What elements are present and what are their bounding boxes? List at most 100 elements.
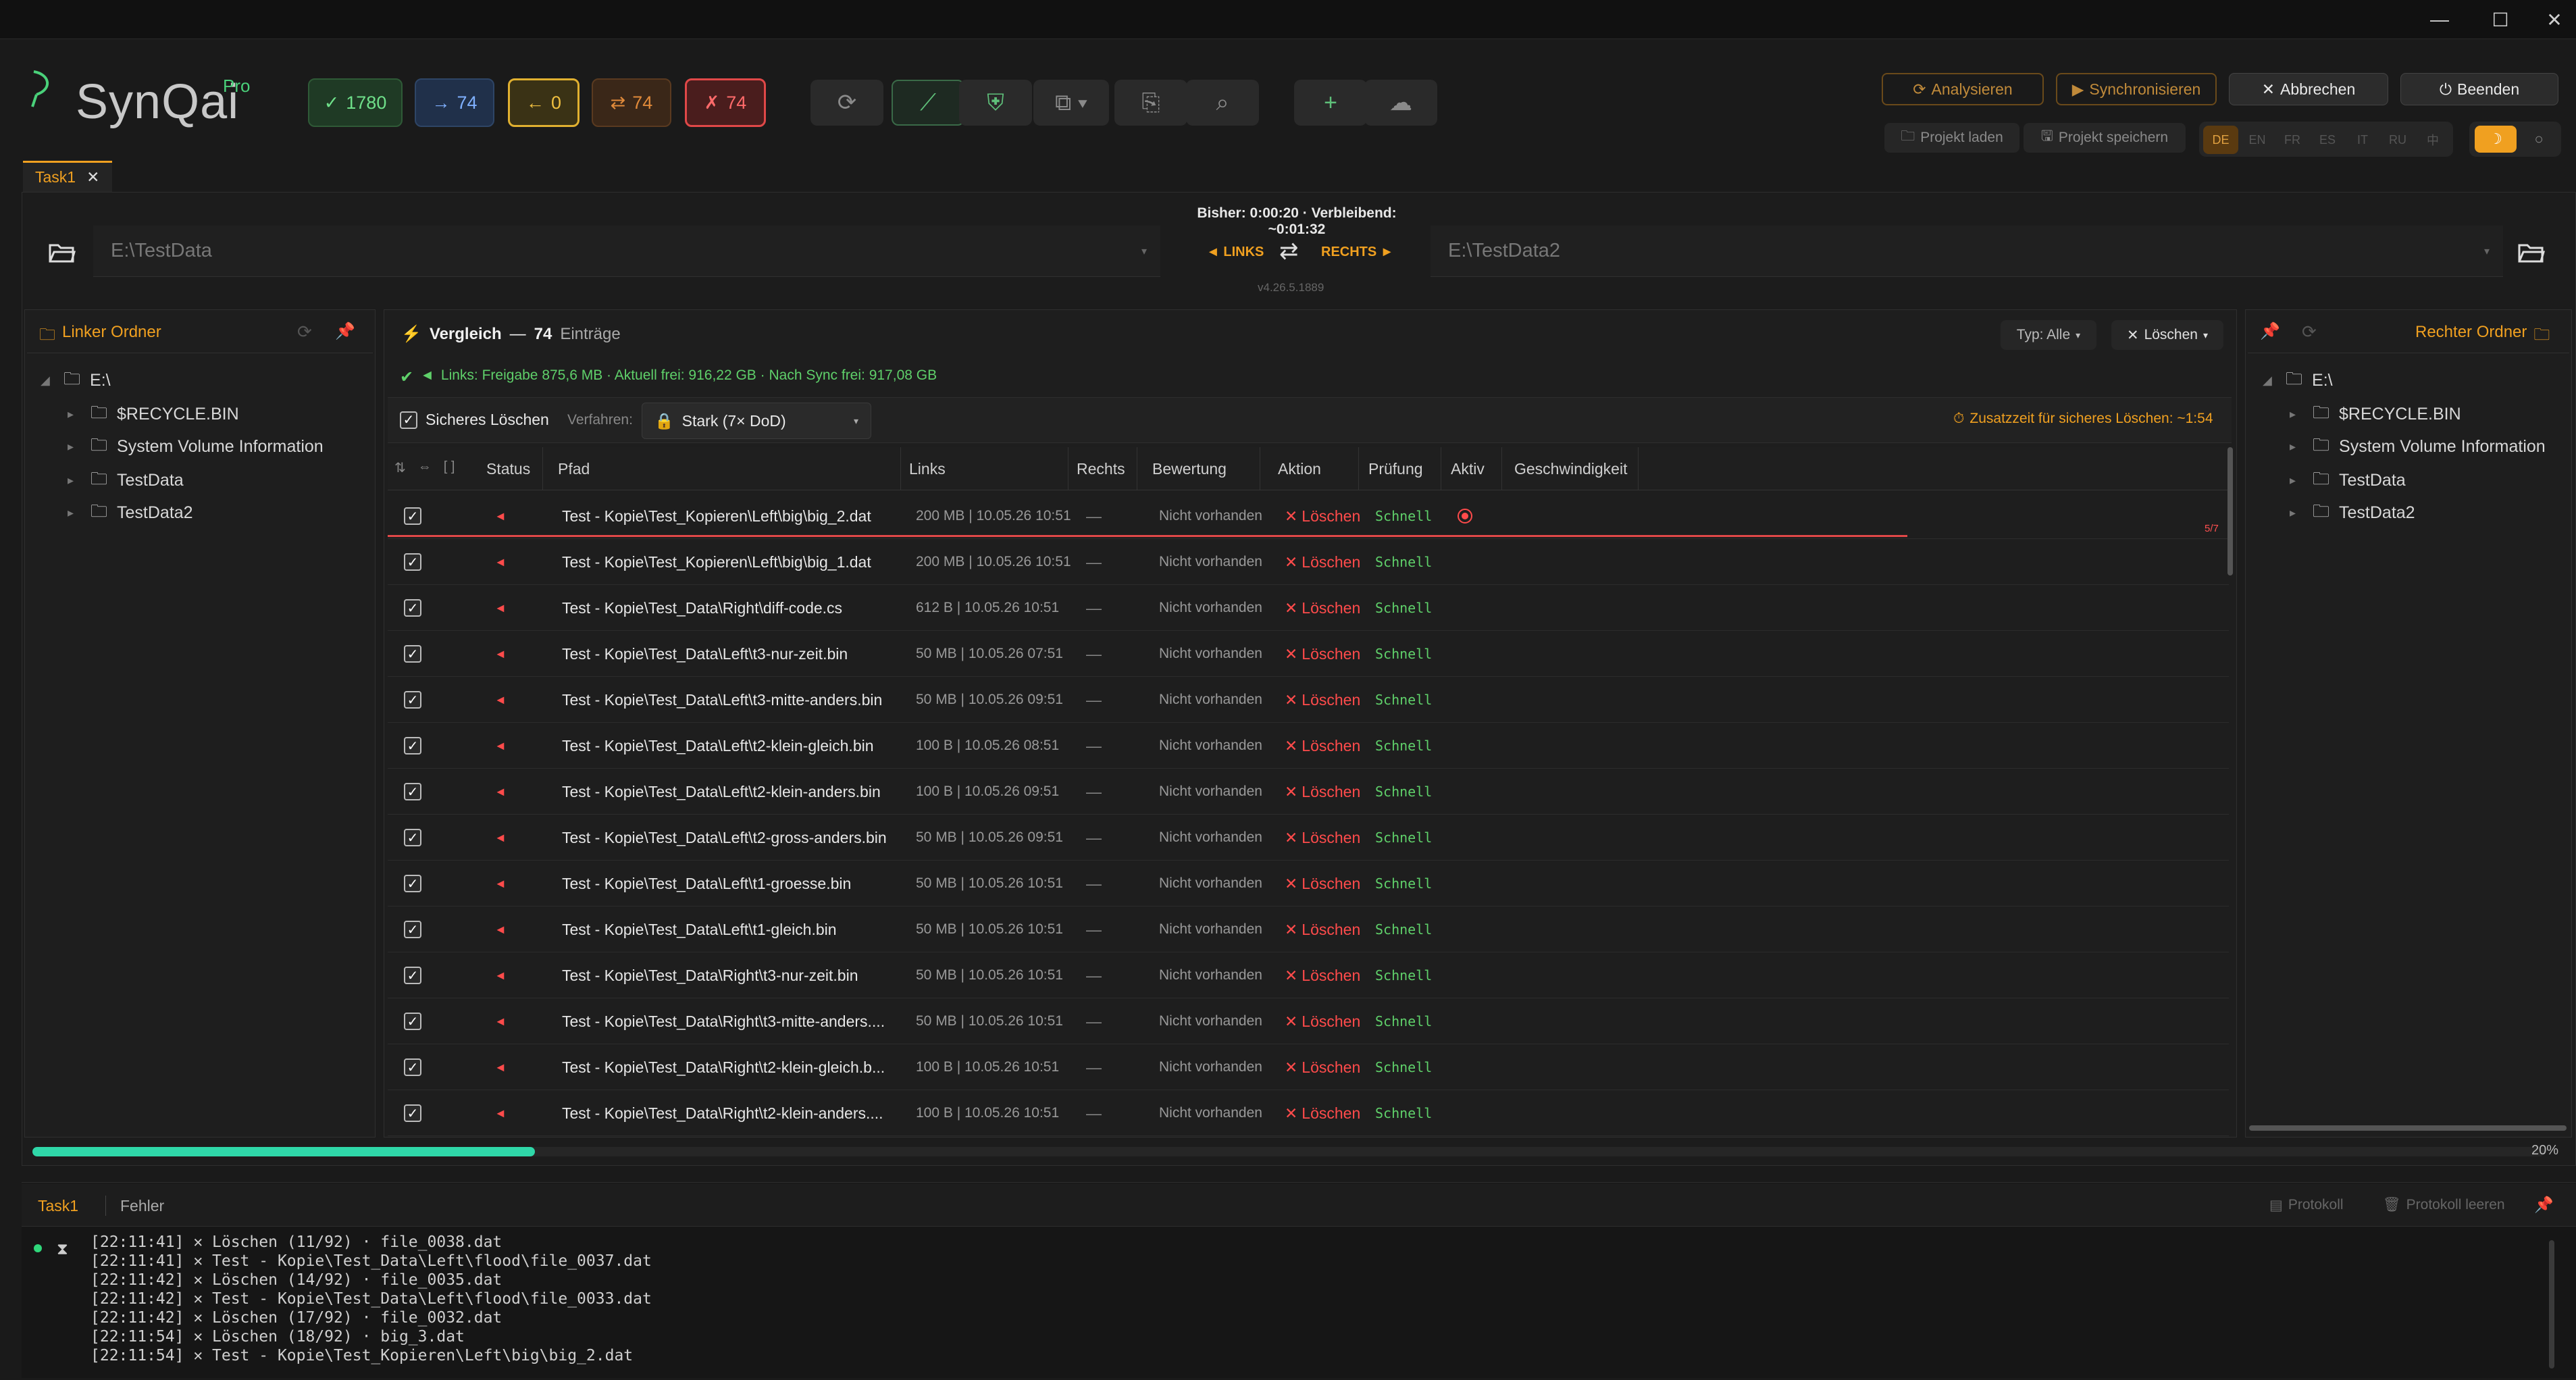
col-links[interactable]: Links [901,447,1068,490]
maximize-button[interactable]: ☐ [2480,5,2521,34]
row-checkbox[interactable]: ✓ [404,645,421,663]
lang-es[interactable]: ES [2310,126,2345,154]
chevron-right-icon[interactable]: ▸ [68,407,81,421]
col-aktiv[interactable]: Aktiv [1443,447,1502,490]
row-select[interactable]: ✓ [404,677,421,723]
row-select[interactable]: ✓ [404,723,421,769]
table-row[interactable]: ✓ ◄ Test - Kopie\Test_Data\Left\t3-mitte-a… [388,677,2229,723]
tree-item[interactable]: ▸ 🗀 System Volume Information [68,431,324,462]
lang-it[interactable]: IT [2345,126,2380,154]
tree-root-right[interactable]: ◢ 🗀 E:\ [2263,365,2333,396]
pin-icon[interactable]: 📌 [2534,1196,2554,1214]
row-aktion[interactable]: ✕ Löschen [1285,677,1360,723]
row-aktion[interactable]: ✕ Löschen [1285,493,1360,539]
col-speed[interactable]: Geschwindigkeit [1506,447,1639,490]
table-row[interactable]: ✓ ◄ Test - Kopie\Test_Data\Right\t2-klein-… [388,1090,2229,1136]
delete-filter-dropdown[interactable]: ✕ Löschen ▾ [2111,320,2223,350]
tree-root-left[interactable]: ◢ 🗀 E:\ [41,365,111,396]
chevron-down-icon[interactable]: ◢ [2263,374,2276,388]
bracket-icon[interactable]: [ ] [444,459,455,476]
stat-to-right[interactable]: → 74 [415,78,494,127]
lang-zh[interactable]: 中 [2415,126,2450,154]
tree-item[interactable]: ▸ 🗀 $RECYCLE.BIN [68,399,239,430]
row-aktion[interactable]: ✕ Löschen [1285,1090,1360,1136]
type-filter-dropdown[interactable]: Typ: Alle ▾ [2001,320,2096,350]
analyze-button[interactable]: ⟳ Analysieren [1882,73,2044,105]
row-aktion[interactable]: ✕ Löschen [1285,815,1360,861]
row-aktion[interactable]: ✕ Löschen [1285,952,1360,998]
close-window-button[interactable]: ✕ [2534,5,2575,34]
verify-tool-button[interactable]: ⛨ [959,80,1032,126]
swap-paths-icon[interactable]: ⇄ [1279,238,1299,265]
add-tool-button[interactable]: + [1294,80,1367,126]
table-row[interactable]: ✓ ◄ Test - Kopie\Test_Data\Left\t3-nur-zei… [388,631,2229,677]
chevron-down-icon[interactable]: ▾ [2484,245,2490,258]
stat-identical[interactable]: ✓ 1780 [308,78,403,127]
cancel-button[interactable]: ✕ Abbrechen [2229,73,2388,105]
copy-tool-button[interactable]: ⎘ [1114,80,1187,126]
tree-item[interactable]: ▸ 🗀 $RECYCLE.BIN [2290,399,2461,430]
row-select[interactable]: ✓ [404,631,421,677]
chevron-right-icon[interactable]: ▸ [2290,506,2303,520]
row-aktion[interactable]: ✕ Löschen [1285,723,1360,769]
tree-item[interactable]: ▸ 🗀 TestData [2290,465,2406,496]
refresh-icon[interactable]: ⟳ [297,322,312,342]
cloud-tool-button[interactable]: ☁ [1364,80,1437,126]
row-checkbox[interactable]: ✓ [404,737,421,755]
row-checkbox[interactable]: ✓ [404,691,421,709]
chevron-right-icon[interactable]: ▸ [68,474,81,488]
row-aktion[interactable]: ✕ Löschen [1285,539,1360,585]
refresh-tool-button[interactable]: ⟳ [810,80,883,126]
chevron-right-icon[interactable]: ▸ [68,440,81,454]
minimize-button[interactable]: — [2419,5,2460,34]
row-select[interactable]: ✓ [404,815,421,861]
chevron-right-icon[interactable]: ▸ [2290,474,2303,488]
row-aktion[interactable]: ✕ Löschen [1285,861,1360,906]
open-right-folder-icon[interactable] [2511,234,2552,272]
row-select[interactable]: ✓ [404,1044,421,1090]
stat-delete[interactable]: ✗ 74 [685,78,766,127]
table-row[interactable]: ✓ ◄ Test - Kopie\Test_Data\Right\t3-mitte-… [388,998,2229,1044]
secure-delete-checkbox[interactable]: ✓ [400,411,417,429]
table-row[interactable]: ✓ ◄ Test - Kopie\Test_Data\Right\t3-nur-ze… [388,952,2229,998]
chevron-down-icon[interactable]: ▾ [1141,245,1147,258]
table-row[interactable]: ✓ ◄ Test - Kopie\Test_Data\Right\diff-code… [388,585,2229,631]
stat-conflict[interactable]: ⇄ 74 [592,78,671,127]
table-row[interactable]: ✓ ◄ Test - Kopie\Test_Data\Left\t1-gleich.… [388,906,2229,952]
protocol-button[interactable]: ▤ Protokoll [2269,1197,2344,1214]
row-checkbox[interactable]: ✓ [404,1013,421,1030]
col-path[interactable]: Pfad [550,447,901,490]
row-select[interactable]: ✓ [404,769,421,815]
row-aktion[interactable]: ✕ Löschen [1285,1044,1360,1090]
row-checkbox[interactable]: ✓ [404,599,421,617]
save-project-button[interactable]: 🖫 Projekt speichern [2024,123,2186,153]
row-checkbox[interactable]: ✓ [404,967,421,984]
row-select[interactable]: ✓ [404,952,421,998]
sync-button[interactable]: ▶ Synchronisieren [2056,73,2217,105]
row-checkbox[interactable]: ✓ [404,921,421,938]
row-checkbox[interactable]: ✓ [404,1104,421,1122]
row-checkbox[interactable]: ✓ [404,553,421,571]
row-checkbox[interactable]: ✓ [404,507,421,525]
row-select[interactable]: ✓ [404,998,421,1044]
table-row[interactable]: ✓ ◄ Test - Kopie\Test_Data\Right\t2-klein-… [388,1044,2229,1090]
log-tab-task1[interactable]: Task1 [38,1197,78,1215]
row-aktion[interactable]: ✕ Löschen [1285,998,1360,1044]
left-path-input[interactable]: E:\TestData ▾ [93,226,1160,277]
quit-button[interactable]: ⏻ Beenden [2400,73,2558,105]
row-checkbox[interactable]: ✓ [404,1058,421,1076]
row-select[interactable]: ✓ [404,493,421,539]
table-row[interactable]: ✓ ◄ Test - Kopie\Test_Data\Left\t2-gross-a… [388,815,2229,861]
row-select[interactable]: ✓ [404,1090,421,1136]
row-aktion[interactable]: ✕ Löschen [1285,906,1360,952]
chevron-right-icon[interactable]: ▸ [2290,407,2303,421]
lang-fr[interactable]: FR [2275,126,2310,154]
table-row[interactable]: ✓ ◄ Test - Kopie\Test_Data\Left\t2-klein-g… [388,723,2229,769]
row-select[interactable]: ✓ [404,585,421,631]
log-scrollbar[interactable] [2549,1240,2554,1369]
row-aktion[interactable]: ✕ Löschen [1285,769,1360,815]
tree-item[interactable]: ▸ 🗀 TestData2 [2290,497,2415,528]
view-tool-button[interactable]: ⧉ ▾ [1033,80,1109,126]
method-select[interactable]: 🔒 Stark (7× DoD) ▾ [642,403,871,439]
chevron-right-icon[interactable]: ▸ [68,506,81,520]
